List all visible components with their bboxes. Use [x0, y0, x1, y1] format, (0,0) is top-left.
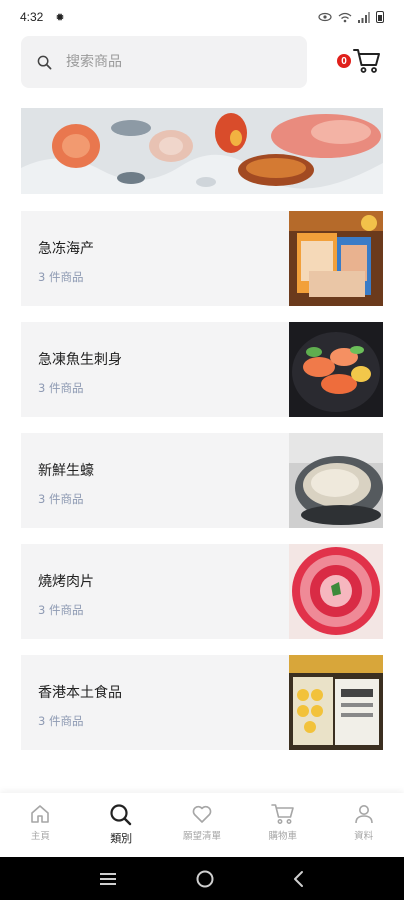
- tab-profile[interactable]: 資料: [323, 793, 404, 857]
- tab-label: 購物車: [268, 831, 298, 842]
- category-name: 香港本土食品: [38, 685, 122, 701]
- seafood-banner-image: [21, 108, 383, 194]
- category-count: 3 件商品: [38, 714, 84, 728]
- category-text: 急凍魚生刺身 3 件商品: [21, 322, 289, 417]
- category-count: 3 件商品: [38, 492, 84, 506]
- promo-banner[interactable]: [21, 108, 383, 194]
- tab-wishlist[interactable]: 願望清單: [162, 793, 243, 857]
- oyster-image: [289, 433, 383, 528]
- search-row: 0: [21, 36, 383, 88]
- tab-categories[interactable]: 類別: [81, 793, 162, 857]
- category-count: 3 件商品: [38, 603, 84, 617]
- menu-icon[interactable]: [98, 871, 118, 887]
- search-bar[interactable]: [21, 36, 307, 88]
- search-icon: [110, 804, 132, 826]
- category-thumbnail: [289, 211, 383, 306]
- category-text: 急冻海产 3 件商品: [21, 211, 289, 306]
- category-name: 新鮮生蠔: [38, 463, 94, 479]
- category-card-bbq-meat[interactable]: 燒烤肉片 3 件商品: [21, 544, 383, 639]
- status-bar: 4:32 ✹: [0, 0, 404, 34]
- tab-label: 資料: [354, 831, 374, 842]
- bbq-meat-image: [289, 544, 383, 639]
- tab-cart[interactable]: 購物車: [242, 793, 323, 857]
- back-icon[interactable]: [292, 870, 306, 888]
- category-thumbnail: [289, 322, 383, 417]
- category-name: 急凍魚生刺身: [38, 352, 122, 368]
- category-name: 急冻海产: [38, 241, 94, 257]
- battery-icon: [376, 11, 384, 23]
- sashimi-image: [289, 322, 383, 417]
- category-count: 3 件商品: [38, 270, 84, 284]
- tab-label: 願望清單: [182, 831, 221, 842]
- heart-icon: [192, 805, 212, 823]
- tab-home[interactable]: 主頁: [0, 793, 81, 857]
- category-card-sashimi[interactable]: 急凍魚生刺身 3 件商品: [21, 322, 383, 417]
- tab-label: 主頁: [30, 831, 50, 842]
- category-count: 3 件商品: [38, 381, 84, 395]
- category-card-fresh-oysters[interactable]: 新鮮生蠔 3 件商品: [21, 433, 383, 528]
- hk-local-food-image: [289, 655, 383, 750]
- settings-gear-icon: ✹: [55, 10, 65, 24]
- status-time: 4:32: [20, 10, 44, 24]
- user-icon: [354, 805, 373, 824]
- system-nav-bar: [0, 857, 404, 900]
- cart-button[interactable]: 0: [335, 48, 383, 78]
- cart-icon: [270, 804, 294, 824]
- bottom-tab-bar: 主頁 類別 願望清單 購物車 資料: [0, 793, 404, 857]
- search-icon: [37, 55, 52, 69]
- home-icon: [31, 805, 50, 823]
- category-list: 急冻海产 3 件商品 急凍魚生刺身 3 件商品 新鮮生蠔 3 件商品 燒烤肉片 …: [21, 211, 383, 766]
- category-text: 新鮮生蠔 3 件商品: [21, 433, 289, 528]
- cart-icon: [353, 49, 380, 73]
- category-card-frozen-seafood[interactable]: 急冻海产 3 件商品: [21, 211, 383, 306]
- frozen-seafood-image: [289, 211, 383, 306]
- category-text: 香港本土食品 3 件商品: [21, 655, 289, 750]
- category-card-hk-local-food[interactable]: 香港本土食品 3 件商品: [21, 655, 383, 750]
- tab-label: 類別: [110, 832, 133, 845]
- category-thumbnail: [289, 655, 383, 750]
- status-icons: [318, 11, 384, 23]
- wifi-icon: [338, 12, 352, 22]
- category-name: 燒烤肉片: [38, 574, 94, 590]
- category-thumbnail: [289, 433, 383, 528]
- category-thumbnail: [289, 544, 383, 639]
- signal-icon: [358, 11, 370, 23]
- cart-badge: 0: [335, 52, 353, 70]
- search-input[interactable]: [66, 54, 266, 70]
- eye-icon: [318, 12, 332, 22]
- category-text: 燒烤肉片 3 件商品: [21, 544, 289, 639]
- home-circle-icon[interactable]: [195, 869, 215, 889]
